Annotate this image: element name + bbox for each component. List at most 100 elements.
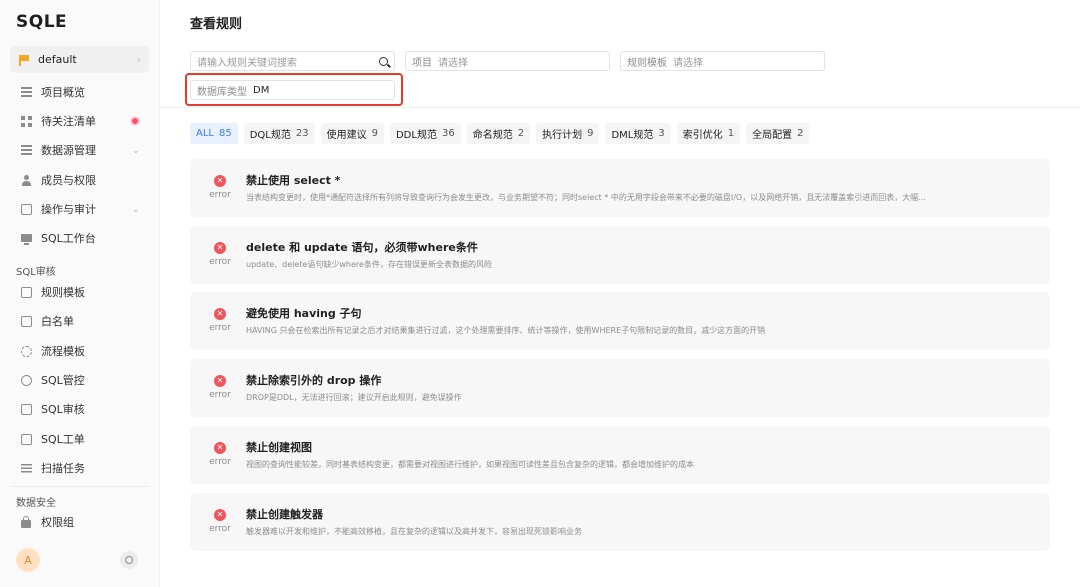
rule-card[interactable]: ✕ error 禁止创建触发器 触发器难以开发和维护，不能高效移植，且在复杂的逻… <box>190 493 1050 551</box>
user-avatar[interactable]: A <box>16 548 40 572</box>
rule-description: HAVING 只会在检索出所有记录之后才对结果集进行过滤，这个处理需要排序、统计… <box>246 326 766 335</box>
database-icon <box>20 144 32 156</box>
sidebar-item-watchlist[interactable]: 待关注清单 <box>10 108 150 134</box>
section-sql-audit: SQL审核 <box>16 267 56 278</box>
layers-icon <box>20 86 32 98</box>
list-icon <box>20 462 32 474</box>
fingerprint-icon <box>20 374 32 386</box>
tab-global-config[interactable]: 全局配置 2 <box>746 123 810 144</box>
sidebar-item-permission-group[interactable]: 权限组 <box>10 509 150 535</box>
chevron-right-icon: › <box>136 53 141 66</box>
sidebar-item-label: 权限组 <box>41 516 74 529</box>
flow-icon <box>20 345 32 357</box>
chevron-down-icon: ⌄ <box>131 203 140 215</box>
sidebar-divider <box>10 486 150 487</box>
monitor-icon <box>20 232 32 245</box>
rule-template-filter-select[interactable]: 规则模板 请选择 <box>620 51 825 71</box>
sidebar-item-label: SQL管控 <box>41 374 85 387</box>
error-icon: ✕ <box>214 509 226 521</box>
rule-level: error <box>209 190 231 200</box>
project-selector[interactable]: default › <box>10 46 149 73</box>
sidebar-item-rule-template[interactable]: 规则模板 <box>10 279 150 305</box>
sidebar-item-scan-task[interactable]: 扫描任务 <box>10 455 150 481</box>
rule-description: update、delete语句缺少where条件，存在错误更新全表数据的风险 <box>246 260 492 269</box>
section-data-security: 数据安全 <box>16 498 56 509</box>
audit-doc-icon <box>20 403 32 415</box>
sidebar-item-whitelist[interactable]: 白名单 <box>10 308 150 334</box>
sidebar-item-label: SQL工作台 <box>41 232 96 245</box>
users-icon <box>20 174 32 186</box>
notification-dot <box>132 118 138 124</box>
search-placeholder: 请输入规则关键词搜索 <box>197 57 297 69</box>
tab-execution-plan[interactable]: 执行计划 9 <box>536 123 600 144</box>
sidebar-item-flow-template[interactable]: 流程模板 <box>10 338 150 364</box>
sidebar-item-project-overview[interactable]: 项目概览 <box>10 79 150 105</box>
dashboard-icon <box>20 115 32 127</box>
tab-index-optimization[interactable]: 索引优化 1 <box>676 123 741 144</box>
rule-description: 触发器难以开发和维护，不能高效移植，且在复杂的逻辑以及高并发下，容易出现死锁影响… <box>246 527 582 536</box>
rule-card[interactable]: ✕ error 避免使用 having 子句 HAVING 只会在检索出所有记录… <box>190 292 1050 350</box>
rule-card[interactable]: ✕ error 禁止使用 select * 当表结构变更时，使用*通配符选择所有… <box>190 159 1050 217</box>
lock-icon <box>20 515 32 528</box>
clipboard-icon <box>20 433 32 445</box>
error-icon: ✕ <box>214 375 226 387</box>
rule-level: error <box>209 524 231 534</box>
rule-card[interactable]: ✕ error 禁止创建视图 视图的查询性能较差，同时基表结构变更，都需要对视图… <box>190 426 1050 484</box>
sidebar-item-label: 待关注清单 <box>41 115 96 128</box>
rule-level: error <box>209 390 231 400</box>
sidebar-item-label: 成员与权限 <box>41 174 96 187</box>
project-filter-select[interactable]: 项目 请选择 <box>405 51 610 71</box>
rule-description: 视图的查询性能较差，同时基表结构变更，都需要对视图进行维护，如果视图可读性差且包… <box>246 460 694 469</box>
rule-template-filter-label: 规则模板 <box>627 57 667 69</box>
error-icon: ✕ <box>214 308 226 320</box>
rule-card[interactable]: ✕ error 禁止除索引外的 drop 操作 DROP是DDL，无法进行回滚；… <box>190 359 1050 417</box>
header-divider <box>160 107 1080 108</box>
settings-icon[interactable] <box>120 551 138 569</box>
tab-usage-advice[interactable]: 使用建议 9 <box>320 123 384 144</box>
rule-level: error <box>209 457 231 467</box>
sidebar-item-label: SQL审核 <box>41 403 85 416</box>
rule-level: error <box>209 257 231 267</box>
rule-level: error <box>209 323 231 333</box>
tab-dql[interactable]: DQL规范 23 <box>243 123 315 144</box>
page-title: 查看规则 <box>190 17 243 32</box>
chevron-down-icon: ⌄ <box>131 144 140 156</box>
sidebar-item-label: 项目概览 <box>41 86 85 99</box>
flag-icon <box>18 54 30 66</box>
tab-ddl[interactable]: DDL规范 36 <box>389 123 461 144</box>
rule-name: 禁止创建触发器 <box>246 508 323 521</box>
error-icon: ✕ <box>214 175 226 187</box>
whitelist-icon <box>20 315 32 327</box>
rule-name: 避免使用 having 子句 <box>246 307 362 320</box>
sidebar-item-label: 规则模板 <box>41 286 85 299</box>
search-icon[interactable] <box>379 56 388 66</box>
sidebar-item-datasource[interactable]: 数据源管理 ⌄ <box>10 137 150 163</box>
sidebar-item-sql-workorder[interactable]: SQL工单 <box>10 426 150 452</box>
rule-name: 禁止除索引外的 drop 操作 <box>246 374 382 387</box>
sidebar-item-sql-workbench[interactable]: SQL工作台 <box>10 225 150 251</box>
tab-dml[interactable]: DML规范 3 <box>605 123 671 144</box>
project-filter-placeholder: 请选择 <box>438 57 468 69</box>
highlight-box <box>185 73 403 106</box>
sidebar: SQLE default › 项目概览 待关注清单 数据源管理 ⌄ 成员与权限 … <box>0 0 160 587</box>
tab-all[interactable]: ALL 85 <box>190 123 238 144</box>
project-filter-label: 项目 <box>412 57 432 69</box>
error-icon: ✕ <box>214 442 226 454</box>
sidebar-item-label: 扫描任务 <box>41 462 85 475</box>
sidebar-item-sql-control[interactable]: SQL管控 <box>10 367 150 393</box>
sidebar-item-sql-audit[interactable]: SQL审核 <box>10 396 150 422</box>
rule-name: delete 和 update 语句，必须带where条件 <box>246 241 478 254</box>
rule-category-tabs: ALL 85 DQL规范 23 使用建议 9 DDL规范 36 命名规范 2 执行计划 9 … <box>190 123 810 144</box>
sidebar-item-audit-ops[interactable]: 操作与审计 ⌄ <box>10 196 150 222</box>
app-logo: SQLE <box>16 12 68 32</box>
sidebar-item-members[interactable]: 成员与权限 <box>10 167 150 193</box>
rule-name: 禁止创建视图 <box>246 441 312 454</box>
tab-naming[interactable]: 命名规范 2 <box>466 123 531 144</box>
audit-icon <box>20 203 32 215</box>
rule-description: DROP是DDL，无法进行回滚；建议开启此规则，避免误操作 <box>246 393 462 402</box>
sidebar-item-label: 流程模板 <box>41 345 85 358</box>
search-input[interactable]: 请输入规则关键词搜索 <box>190 51 395 71</box>
rule-description: 当表结构变更时，使用*通配符选择所有列将导致查询行为会发生更改，与业务期望不符；… <box>246 193 926 202</box>
error-icon: ✕ <box>214 242 226 254</box>
rule-card[interactable]: ✕ error delete 和 update 语句，必须带where条件 up… <box>190 226 1050 284</box>
